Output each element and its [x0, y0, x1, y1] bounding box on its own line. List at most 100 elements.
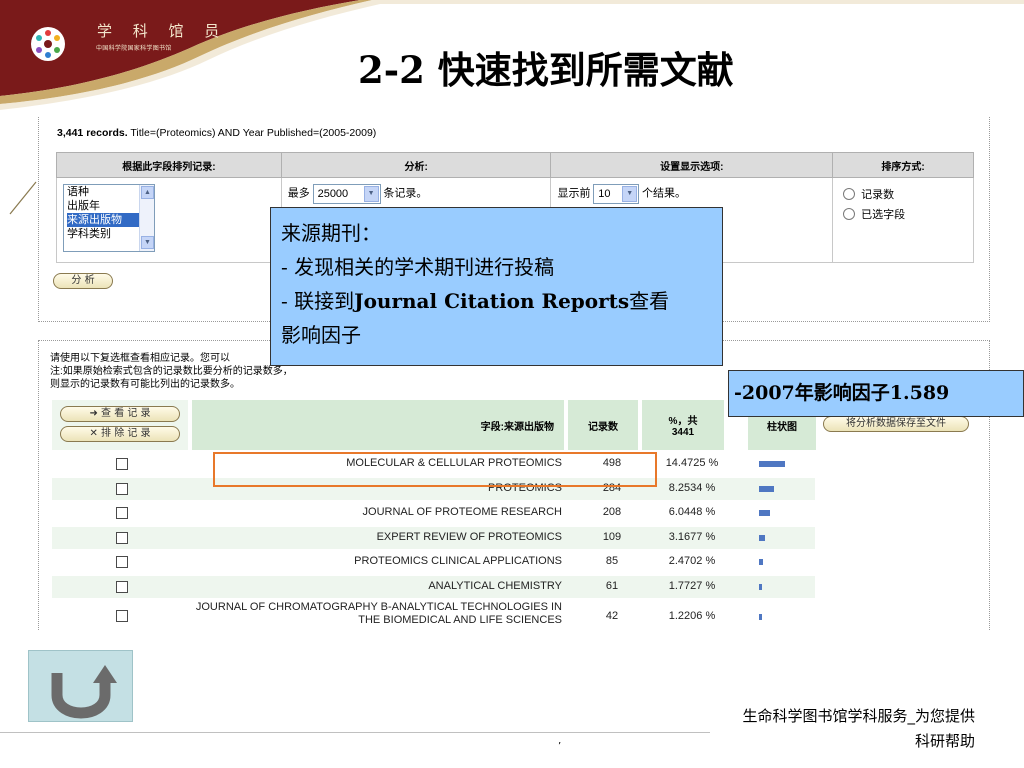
footer-divider [0, 732, 710, 733]
field-listbox[interactable]: 语种 出版年 来源出版物 学科类别 ▲ ▼ [63, 184, 155, 252]
journal-name: JOURNAL OF PROTEOME RESEARCH [362, 506, 562, 518]
listbox-scrollbar[interactable]: ▲ ▼ [139, 185, 154, 251]
show-prefix: 显示前 [557, 187, 591, 200]
share-bar [759, 534, 765, 541]
highlight-box [213, 452, 657, 487]
record-count: 85 [605, 555, 619, 567]
journal-name: PROTEOMICS CLINICAL APPLICATIONS [354, 555, 562, 567]
radio-button[interactable] [843, 208, 856, 220]
radio-button[interactable] [843, 188, 856, 200]
sort-option-field[interactable]: 已选字段 [843, 206, 967, 222]
sort-label: 记录数 [861, 189, 895, 201]
share-bar [759, 614, 762, 620]
instruction-line: 则显示的记录数有可能比列出的记录数多。 [50, 379, 240, 390]
field-list-cell: 语种 出版年 来源出版物 学科类别 ▲ ▼ [56, 177, 282, 263]
logo-subtitle: 中国科学院国家科学图书馆 [96, 45, 172, 52]
sort-option-count[interactable]: 记录数 [843, 186, 967, 202]
col-pct-header: %，共 3441 [642, 400, 724, 450]
instruction-line: 注:如果原始检索式包含的记录数比要分析的记录数多， [50, 366, 293, 377]
records-query: Title=(Proteomics) AND Year Published=(2… [130, 127, 377, 139]
col-rank-by: 根据此字段排列记录: [56, 152, 282, 178]
record-count: 42 [605, 610, 619, 622]
col-sort: 排序方式: [832, 152, 974, 178]
analyze-button[interactable]: 分 析 [53, 273, 113, 289]
records-summary: 3,441 records. Title=(Proteomics) AND Ye… [57, 127, 376, 139]
share-bar [759, 510, 770, 516]
col-field-header: 字段:来源出版物 [192, 400, 564, 450]
row-checkbox[interactable] [116, 580, 128, 593]
journal-name: JOURNAL OF CHROMATOGRAPHY B-ANALYTICAL T… [195, 601, 562, 626]
table-row: JOURNAL OF PROTEOME RESEARCH 208 6.0448 % [52, 502, 815, 524]
col-display: 设置显示选项: [550, 152, 834, 178]
table-row: EXPERT REVIEW OF PROTEOMICS 109 3.1677 % [52, 526, 815, 549]
record-percent: 2.4702 % [668, 555, 716, 567]
back-button[interactable] [28, 650, 133, 722]
row-checkbox[interactable] [116, 458, 128, 470]
impact-factor-callout: -2007年影响因子1.589 [728, 370, 1024, 417]
record-percent: 1.7727 % [668, 579, 716, 592]
return-arrow-icon [51, 665, 117, 719]
max-suffix: 条记录。 [383, 187, 428, 200]
scroll-down-icon[interactable]: ▼ [141, 236, 154, 249]
callout-text: - 联接到 [281, 289, 355, 313]
row-checkbox[interactable] [116, 482, 128, 495]
chevron-down-icon[interactable]: ▼ [363, 186, 379, 202]
share-bar [759, 583, 762, 590]
journal-name: ANALYTICAL CHEMISTRY [428, 579, 562, 592]
record-count: 61 [605, 579, 619, 592]
record-percent: 14.4725 % [665, 457, 719, 469]
callout-line: 来源期刊： [281, 221, 381, 245]
scroll-up-icon[interactable]: ▲ [141, 186, 154, 199]
col-count-label: 记录数 [588, 421, 618, 433]
record-percent: 3.1677 % [668, 530, 716, 543]
footer-line: 科研帮助 [914, 732, 975, 750]
row-checkbox[interactable] [116, 556, 128, 568]
table-row: PROTEOMICS CLINICAL APPLICATIONS 85 2.4702… [52, 551, 815, 573]
sort-label: 已选字段 [861, 209, 906, 221]
show-results-value: 10 [598, 188, 611, 200]
col-pct-label: %，共 [668, 416, 698, 427]
max-prefix: 最多 [287, 187, 310, 200]
record-percent: 1.2206 % [668, 610, 716, 622]
footer-line: 生命科学图书馆学科服务_为您提供 [742, 707, 975, 725]
max-records-value: 25000 [317, 188, 349, 200]
sort-cell: 记录数 已选字段 [832, 177, 974, 263]
callout-line: 影响因子 [281, 323, 361, 347]
footer-caption: 生命科学图书馆学科服务_为您提供 科研帮助 [665, 704, 975, 754]
col-count-header: 记录数 [568, 400, 638, 450]
instruction-line: 请使用以下复选框查看相应记录。您可以 [50, 353, 230, 364]
record-percent: 6.0448 % [668, 506, 716, 518]
view-records-button[interactable]: ➜ 查 看 记 录 [60, 406, 180, 422]
show-results-select[interactable]: 10 ▼ [593, 184, 640, 204]
record-percent: 8.2534 % [668, 481, 716, 494]
exclude-records-button[interactable]: ✕ 排 除 记 录 [60, 426, 180, 442]
row-checkbox[interactable] [116, 507, 128, 519]
jcr-link-text: Journal Citation Reports [354, 289, 630, 313]
callout-line: - 发现相关的学术期刊进行投稿 [281, 255, 555, 279]
callout-line: - 联接到Journal Citation Reports查看 [281, 284, 712, 318]
decorative-line [9, 181, 37, 215]
share-bar [759, 461, 785, 467]
share-bar [759, 485, 774, 492]
source-journal-callout: 来源期刊： - 发现相关的学术期刊进行投稿 - 联接到Journal Citat… [270, 207, 723, 366]
row-checkbox[interactable] [116, 610, 128, 622]
max-records-select[interactable]: 25000 ▼ [312, 184, 381, 204]
journal-name: EXPERT REVIEW OF PROTEOMICS [376, 530, 562, 543]
records-count: 3,441 records. [57, 127, 128, 139]
save-analysis-button[interactable]: 将分析数据保存至文件 [823, 416, 969, 432]
row-checkbox[interactable] [116, 531, 128, 544]
page-title: 2-2 快速找到所需文献 [358, 48, 734, 92]
table-row: JOURNAL OF CHROMATOGRAPHY B-ANALYTICAL T… [52, 601, 815, 630]
show-suffix: 个结果。 [642, 187, 687, 200]
record-count: 109 [602, 530, 622, 543]
share-bar [759, 559, 763, 565]
logo-title: 学 科 馆 员 [97, 22, 228, 40]
instructions: 请使用以下复选框查看相应记录。您可以 注:如果原始检索式包含的记录数比要分析的记… [50, 352, 293, 391]
page-mark: ’ [558, 741, 562, 752]
col-analyze: 分析: [280, 152, 552, 178]
record-count: 208 [602, 506, 622, 518]
callout-text: 查看 [629, 289, 670, 313]
table-row: ANALYTICAL CHEMISTRY 61 1.7727 % [52, 575, 815, 598]
chevron-down-icon[interactable]: ▼ [622, 186, 638, 202]
logo-icon [31, 27, 65, 61]
